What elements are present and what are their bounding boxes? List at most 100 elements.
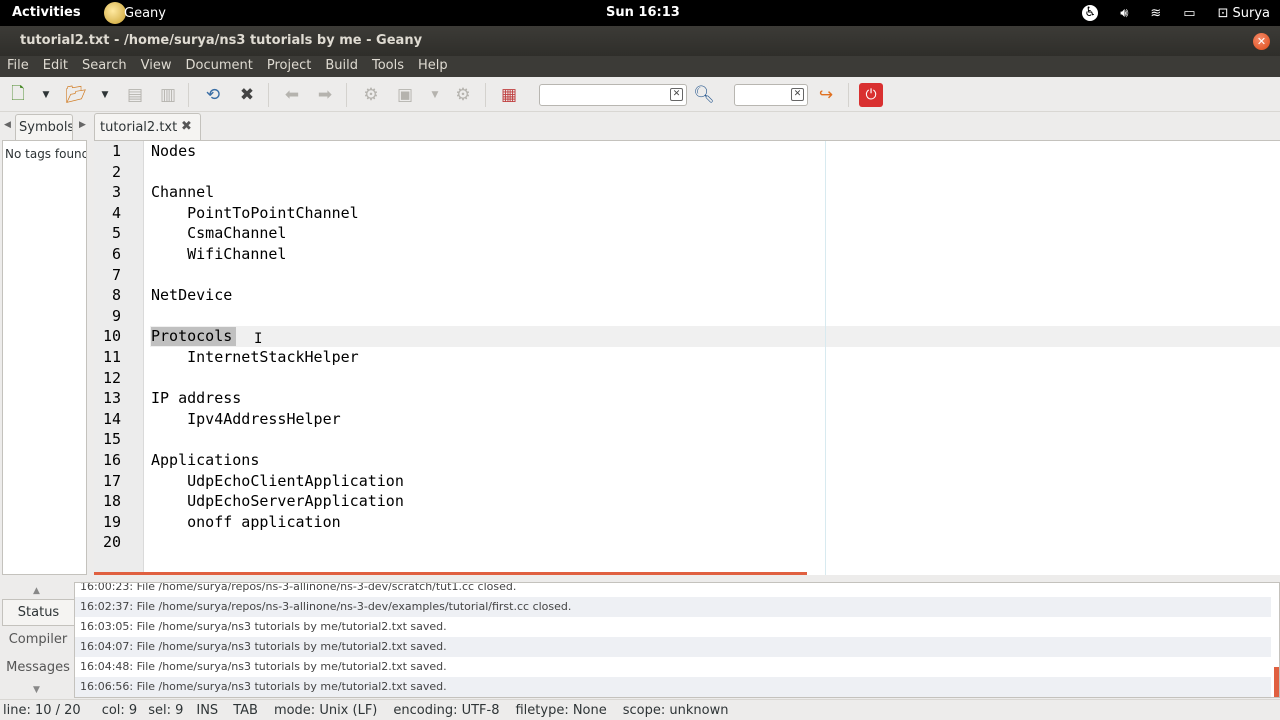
window-close-button[interactable]: ✕ (1253, 33, 1270, 50)
line-number[interactable]: 7 (94, 266, 121, 284)
close-tab-icon[interactable]: ✖ (181, 119, 192, 134)
clear-search-icon[interactable]: ✕ (670, 88, 683, 101)
volume-icon[interactable]: 🔊︎ (1120, 6, 1128, 21)
activities-button[interactable]: Activities (12, 5, 81, 20)
line-number[interactable]: 16 (94, 451, 121, 469)
save-all-icon[interactable]: ▥ (156, 83, 180, 107)
tab-status[interactable]: Status (2, 599, 74, 626)
forward-icon[interactable]: ➡ (313, 83, 337, 107)
code-line[interactable]: IP address (151, 389, 241, 407)
search-icon[interactable]: 🔍︎ (692, 83, 716, 107)
list-item: 16:00:23: File /home/surya/repos/ns-3-al… (80, 582, 517, 593)
clock[interactable]: Sun 16:13 (606, 5, 680, 20)
horizontal-scrollbar[interactable] (94, 572, 807, 575)
tab-symbols[interactable]: Symbols (15, 114, 73, 140)
code-line[interactable]: PointToPointChannel (151, 204, 359, 222)
search-input[interactable]: ✕ (539, 84, 687, 106)
code-line[interactable]: onoff application (151, 513, 341, 531)
app-menu[interactable]: Geany (104, 2, 166, 24)
back-icon[interactable]: ⬅ (280, 83, 304, 107)
sidebar-scroll-left-icon[interactable]: ◀ (4, 120, 11, 130)
editor-area[interactable]: 1 2 3 4 5 6 7 8 9 10 11 12 13 14 15 16 17 18 19 20 Nodes Cha… (94, 140, 1280, 575)
goto-line-icon[interactable]: ↪ (814, 83, 838, 107)
menu-build[interactable]: Build (318, 56, 365, 77)
line-number[interactable]: 13 (94, 389, 121, 407)
status-tab: TAB (233, 703, 258, 718)
line-number[interactable]: 8 (94, 286, 121, 304)
line-number[interactable]: 11 (94, 348, 121, 366)
window-titlebar[interactable]: tutorial2.txt - /home/surya/ns3 tutorial… (0, 26, 1280, 56)
color-chooser-icon[interactable]: ▦ (497, 83, 521, 107)
long-line-marker (825, 141, 826, 575)
system-tray: ♿ 🔊︎ ≋ ▭ ⊡ Surya (1071, 0, 1280, 26)
line-number[interactable]: 3 (94, 183, 121, 201)
code-line[interactable]: UdpEchoClientApplication (151, 472, 404, 490)
wifi-icon[interactable]: ≋ (1150, 6, 1161, 21)
sidebar-tabs: ◀ Symbols ▶ (0, 113, 90, 140)
line-number[interactable]: 10 (94, 327, 121, 345)
toolbar-separator (848, 83, 849, 107)
line-number[interactable]: 15 (94, 430, 121, 448)
menu-edit[interactable]: Edit (36, 56, 75, 77)
open-file-dropdown-icon[interactable]: ▼ (93, 83, 117, 107)
code-line[interactable]: Applications (151, 451, 259, 469)
line-number[interactable]: 6 (94, 245, 121, 263)
menu-bar: File Edit Search View Document Project B… (0, 56, 1280, 77)
quit-icon[interactable]: ⏻ (859, 83, 883, 107)
build-dropdown-icon[interactable]: ▼ (423, 83, 447, 107)
document-tab[interactable]: tutorial2.txt ✖ (94, 113, 201, 141)
line-number[interactable]: 9 (94, 307, 121, 325)
window-title: tutorial2.txt - /home/surya/ns3 tutorial… (20, 33, 423, 48)
menu-project[interactable]: Project (260, 56, 318, 77)
status-messages-list[interactable]: 16:00:23: File /home/surya/repos/ns-3-al… (74, 582, 1280, 698)
menu-file[interactable]: File (0, 56, 36, 77)
menu-tools[interactable]: Tools (365, 56, 411, 77)
open-file-icon[interactable]: 📂︎ (64, 83, 88, 107)
menu-view[interactable]: View (134, 56, 179, 77)
close-file-icon[interactable]: ✖ (235, 83, 259, 107)
line-number[interactable]: 1 (94, 142, 121, 160)
tab-compiler[interactable]: Compiler (2, 627, 74, 654)
msg-tabs-scroll-down-icon[interactable]: ▼ (33, 685, 40, 695)
reload-icon[interactable]: ⟲ (201, 83, 225, 107)
code-line[interactable]: Channel (151, 183, 214, 201)
menu-search[interactable]: Search (75, 56, 134, 77)
clear-goto-line-icon[interactable]: ✕ (791, 88, 804, 101)
line-number[interactable]: 20 (94, 533, 121, 551)
status-encoding: encoding: UTF-8 (393, 703, 500, 718)
msg-tabs-scroll-up-icon[interactable]: ▲ (33, 586, 40, 596)
build-icon[interactable]: ▣ (393, 83, 417, 107)
code-line[interactable]: Protocols (151, 327, 232, 345)
line-number[interactable]: 12 (94, 369, 121, 387)
messages-scrollbar[interactable] (1274, 667, 1279, 697)
list-item: 16:04:07: File /home/surya/ns3 tutorials… (75, 637, 1271, 657)
new-file-dropdown-icon[interactable]: ▼ (34, 83, 58, 107)
tab-messages[interactable]: Messages (2, 655, 74, 682)
new-file-icon[interactable]: 🗋 (6, 83, 30, 107)
sidebar-scroll-right-icon[interactable]: ▶ (79, 120, 86, 130)
save-icon[interactable]: ▤ (123, 83, 147, 107)
code-line[interactable]: InternetStackHelper (151, 348, 359, 366)
goto-line-input[interactable]: ✕ (734, 84, 808, 106)
battery-icon[interactable]: ▭ (1183, 6, 1195, 21)
line-number[interactable]: 17 (94, 472, 121, 490)
user-menu[interactable]: ⊡ Surya (1218, 6, 1270, 21)
line-number[interactable]: 5 (94, 224, 121, 242)
line-number[interactable]: 19 (94, 513, 121, 531)
accessibility-icon[interactable]: ♿ (1082, 5, 1099, 21)
code-line[interactable]: NetDevice (151, 286, 232, 304)
code-line[interactable]: CsmaChannel (151, 224, 286, 242)
line-number[interactable]: 2 (94, 163, 121, 181)
toolbar: 🗋 ▼ 📂︎ ▼ ▤ ▥ ⟲ ✖ ⬅ ➡ ⚙ ▣ ▼ ⚙ ▦ ✕ 🔍︎ ✕ ↪ … (0, 77, 1280, 112)
compile-icon[interactable]: ⚙ (359, 83, 383, 107)
code-line[interactable]: Nodes (151, 142, 196, 160)
menu-document[interactable]: Document (178, 56, 259, 77)
line-number[interactable]: 18 (94, 492, 121, 510)
execute-icon[interactable]: ⚙ (451, 83, 475, 107)
menu-help[interactable]: Help (411, 56, 455, 77)
line-number[interactable]: 4 (94, 204, 121, 222)
code-line[interactable]: WifiChannel (151, 245, 286, 263)
line-number[interactable]: 14 (94, 410, 121, 428)
code-line[interactable]: Ipv4AddressHelper (151, 410, 341, 428)
code-line[interactable]: UdpEchoServerApplication (151, 492, 404, 510)
